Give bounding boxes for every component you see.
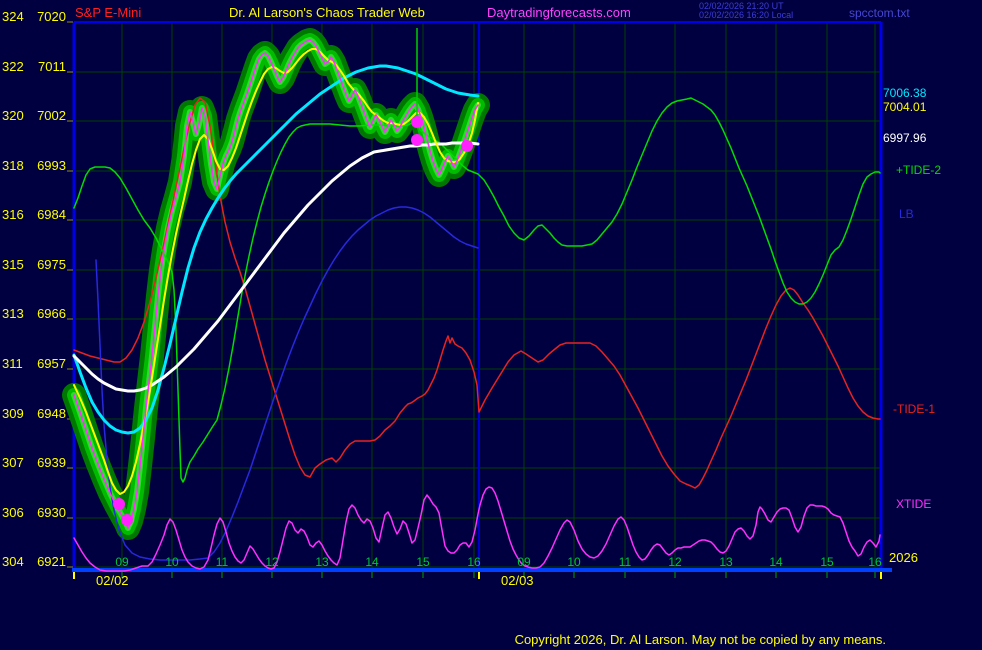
price-axis-value: 6975 [37,257,66,272]
series-legend-label: XTIDE [896,498,931,510]
copyright-notice: Copyright 2026, Dr. Al Larson. May not b… [515,632,886,647]
hour-label: 10 [567,556,580,568]
series-legend-label: -TIDE-1 [893,403,935,415]
price-axis-value: 322 [2,59,24,74]
date-label: 02/02 [96,574,129,587]
last-value-label: 7004.01 [883,101,926,113]
year-label: 2026 [889,551,918,564]
price-axis-label: 309 6948 [2,406,66,421]
signal-dot [121,514,133,526]
hour-label: 12 [265,556,278,568]
hour-label: 15 [416,556,429,568]
last-value-label: 7006.38 [883,87,926,99]
signal-dot [461,140,473,152]
price-axis-value: 304 [2,554,24,569]
signal-dot [113,498,125,510]
price-axis-value: 309 [2,406,24,421]
hour-label: 14 [365,556,378,568]
hour-label: 11 [216,556,228,568]
price-axis-label: 316 6984 [2,207,66,222]
price-axis-label: 311 6957 [2,356,66,371]
timestamp-local: 02/02/2026 16:20 Local [699,11,799,20]
price-axis-value: 6957 [37,356,66,371]
price-axis-value: 307 [2,455,24,470]
page-title: Dr. Al Larson's Chaos Trader Web [229,6,425,19]
price-axis-value: 7002 [37,108,66,123]
price-chart-plot [0,0,982,650]
signal-dot [411,116,423,128]
price-axis-label: 324 7020 [2,9,66,24]
price-axis-value: 318 [2,158,24,173]
price-axis-value: 316 [2,207,24,222]
price-axis-label: 313 6966 [2,306,66,321]
series-legend-label: +TIDE-2 [896,164,941,176]
price-axis-label: 322 7011 [2,59,66,74]
price-axis-value: 6948 [37,406,66,421]
hour-label: 16 [868,556,881,568]
hour-label: 13 [315,556,328,568]
price-axis-value: 6921 [37,554,66,569]
price-axis-value: 6939 [37,455,66,470]
series-legend-label: LB [899,208,914,220]
hour-label: 16 [467,556,480,568]
site-link[interactable]: Daytradingforecasts.com [487,6,631,19]
price-axis-label: 318 6993 [2,158,66,173]
hour-label: 14 [769,556,782,568]
chart-page: S&P E-Mini Dr. Al Larson's Chaos Trader … [0,0,982,650]
price-axis-value: 7020 [37,9,66,24]
price-axis-value: 311 [2,356,23,371]
price-axis-label: 306 6930 [2,505,66,520]
price-axis-value: 315 [2,257,24,272]
hour-label: 09 [115,556,128,568]
price-axis-value: 6966 [37,306,66,321]
hour-label: 12 [668,556,681,568]
hour-label: 13 [719,556,732,568]
price-axis-value: 6984 [37,207,66,222]
price-axis-value: 306 [2,505,24,520]
price-axis-label: 307 6939 [2,455,66,470]
price-axis-label: 304 6921 [2,554,66,569]
hour-label: 09 [517,556,530,568]
hour-label: 15 [820,556,833,568]
hour-label: 11 [619,556,631,568]
data-file-link[interactable]: spcctom.txt [849,7,910,19]
symbol-label: S&P E-Mini [75,6,141,19]
date-label: 02/03 [501,574,534,587]
price-axis-value: 320 [2,108,24,123]
signal-dot [411,134,423,146]
price-axis-value: 324 [2,9,24,24]
last-value-label: 6997.96 [883,132,926,144]
price-axis-label: 320 7002 [2,108,66,123]
price-axis-value: 313 [2,306,24,321]
price-axis-value: 6993 [37,158,66,173]
hour-label: 10 [165,556,178,568]
price-axis-value: 7011 [38,59,66,74]
price-axis-value: 6930 [37,505,66,520]
price-axis-label: 315 6975 [2,257,66,272]
